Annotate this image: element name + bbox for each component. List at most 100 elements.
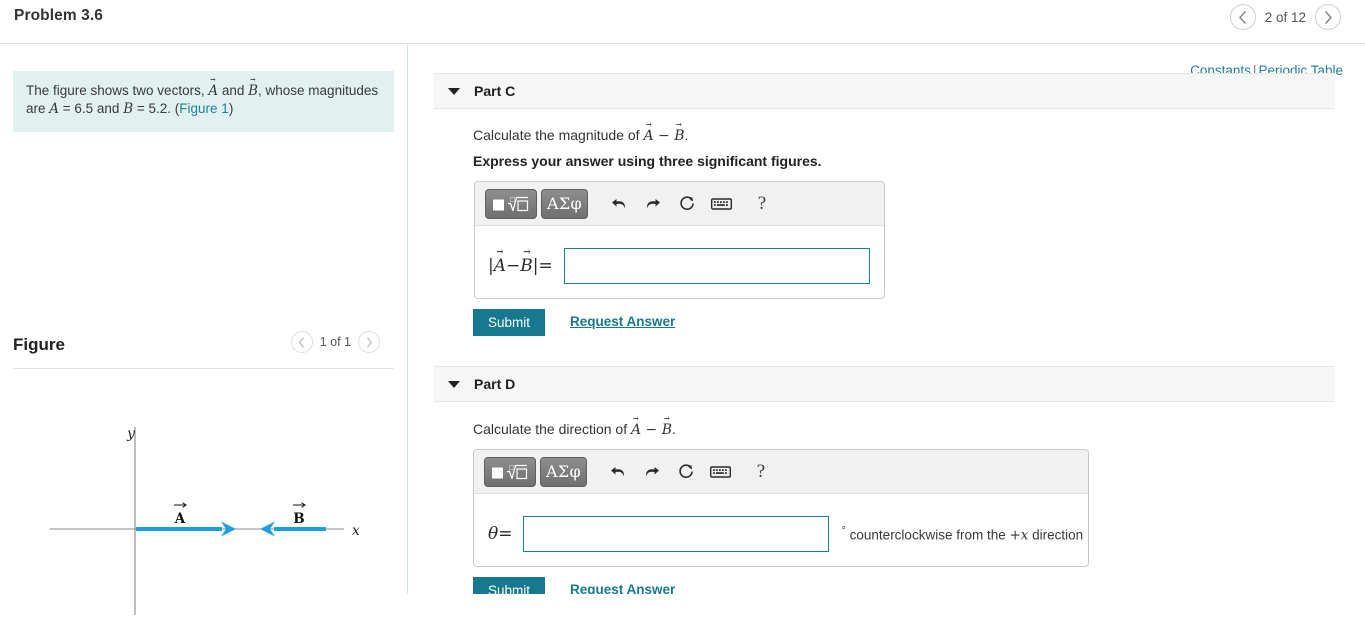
part-d-submit-button[interactable]: Submit: [473, 577, 545, 594]
part-d-label: Part D: [474, 376, 516, 392]
statement-text-end: ): [228, 101, 234, 117]
part-d-prompt-prefix: Calculate the direction of: [473, 421, 631, 437]
help-button[interactable]: ?: [746, 457, 776, 487]
figure-header: Figure 1 of 1: [13, 331, 394, 369]
part-c-prompt-prefix: Calculate the magnitude of: [473, 127, 644, 143]
math-template-icon: □: [492, 464, 528, 479]
part-c-prompt: Calculate the magnitude of A − B.: [473, 127, 688, 144]
top-bar: Problem 3.6 2 of 12: [0, 0, 1365, 44]
chevron-right-icon: [1324, 10, 1332, 24]
math-template-icon: □: [493, 196, 529, 211]
undo-button[interactable]: [604, 189, 634, 219]
keyboard-icon: [710, 197, 732, 210]
x-axis-label: x: [352, 523, 360, 539]
answer-panel: Constants | Periodic Table Part C Calculat…: [409, 45, 1365, 594]
part-d-answer-row: θ = ° counterclockwise from the +x direc…: [488, 516, 1083, 552]
reset-button[interactable]: [671, 457, 701, 487]
statement-a-value: = 6.5 and: [59, 101, 124, 117]
chevron-right-icon: [366, 336, 372, 348]
reset-circular-arrow-icon: [680, 195, 694, 210]
part-d-lhs: θ =: [488, 524, 513, 544]
vector-diagram-svg: y x A B: [50, 426, 360, 615]
part-c-math-toolbar: □ ΑΣφ ?: [475, 182, 884, 226]
vector-b-label-arrow: [293, 502, 306, 508]
keyboard-icon: [709, 465, 731, 478]
undo-arrow-icon: [610, 466, 625, 476]
part-d-header[interactable]: Part D: [434, 366, 1335, 402]
redo-arrow-icon: [645, 466, 659, 476]
part-c-prompt-vector-b: B: [674, 128, 684, 144]
reset-button[interactable]: [672, 189, 702, 219]
part-d-request-answer-button[interactable]: Request Answer: [564, 581, 681, 594]
vector-diagram: y x A B: [0, 375, 408, 635]
caret-down-icon: [448, 87, 460, 95]
figure-next-button[interactable]: [358, 331, 380, 353]
vector-a-label: A: [174, 511, 186, 527]
theta-symbol: θ: [488, 524, 499, 544]
help-label: ?: [757, 192, 767, 214]
redo-arrow-icon: [646, 198, 660, 208]
greek-symbols-label: ΑΣφ: [546, 462, 581, 481]
statement-vector-b: B: [248, 83, 258, 100]
problem-pager: 2 of 12: [1229, 4, 1341, 30]
statement-vector-a: A: [208, 83, 218, 100]
math-template-button[interactable]: □: [485, 188, 537, 219]
greek-symbols-label: ΑΣφ: [547, 194, 582, 213]
redo-button[interactable]: [638, 189, 668, 219]
math-template-button[interactable]: □: [484, 456, 536, 487]
part-d-prompt-vector-a: A: [631, 422, 641, 438]
help-button[interactable]: ?: [747, 189, 777, 219]
part-c-label: Part C: [474, 83, 516, 99]
part-c-prompt-suffix: .: [684, 127, 689, 143]
figure-pager: 1 of 1: [290, 331, 380, 353]
reset-circular-arrow-icon: [679, 463, 693, 478]
y-axis-label: y: [126, 426, 136, 442]
part-c-header[interactable]: Part C: [434, 73, 1335, 109]
problem-pager-label: 2 of 12: [1264, 9, 1306, 25]
part-c-prompt-minus: −: [653, 128, 675, 144]
help-label: ?: [756, 460, 766, 482]
part-c-answer-input[interactable]: [563, 248, 870, 284]
redo-button[interactable]: [637, 457, 667, 487]
next-problem-button[interactable]: [1315, 4, 1341, 30]
statement-b-value: = 5.2. (: [133, 101, 180, 117]
part-c-instruction: Express your answer using three signific…: [473, 153, 822, 169]
keyboard-button[interactable]: [705, 457, 736, 487]
vector-b-label: B: [293, 511, 304, 527]
unit-plus: +: [1009, 527, 1021, 544]
figure-pager-label: 1 of 1: [319, 335, 351, 349]
statement-var-a: A: [49, 101, 60, 118]
part-c-lhs-vector-b: B: [520, 256, 533, 276]
statement-text-and: and: [218, 83, 249, 98]
undo-button[interactable]: [603, 457, 633, 487]
keyboard-button[interactable]: [706, 189, 737, 219]
problem-statement: The figure shows two vectors, A and B, w…: [13, 71, 394, 132]
part-d-prompt: Calculate the direction of A − B.: [473, 421, 676, 438]
part-c-lhs-vector-a: A: [494, 256, 506, 276]
part-d-equals: =: [498, 524, 513, 544]
part-c-lhs: |A − B| =: [488, 256, 553, 276]
part-c-prompt-vector-a: A: [643, 128, 653, 144]
figure-panel: The figure shows two vectors, A and B, w…: [0, 45, 408, 615]
part-d-answer-input[interactable]: [522, 516, 829, 552]
chevron-left-icon: [1239, 10, 1247, 24]
prev-problem-button[interactable]: [1229, 4, 1256, 30]
chevron-left-icon: [299, 336, 305, 348]
figure-title: Figure: [13, 335, 65, 354]
part-c-request-answer-button[interactable]: Request Answer: [564, 313, 681, 330]
greek-symbols-button[interactable]: ΑΣφ: [541, 188, 588, 219]
part-c-answer-box: □ ΑΣφ ? | A → − B → | =: [474, 181, 885, 299]
part-d-unit-note: ° counterclockwise from the +x direction: [842, 525, 1084, 544]
figure-prev-button[interactable]: [290, 331, 313, 353]
greek-symbols-button[interactable]: ΑΣφ: [540, 456, 587, 487]
page-title: Problem 3.6: [14, 7, 103, 24]
part-c-submit-button[interactable]: Submit: [473, 309, 545, 336]
part-d-answer-box: □ ΑΣφ ? θ = ° counterclockwise from the …: [473, 449, 1089, 567]
unit-text-after: direction: [1028, 527, 1084, 543]
part-d-prompt-minus: −: [641, 422, 662, 438]
figure-1-link[interactable]: Figure 1: [179, 101, 229, 116]
caret-down-icon: [448, 380, 460, 388]
part-c-lhs-minus: −: [506, 256, 521, 276]
part-c-answer-row: |A − B| =: [488, 248, 870, 284]
part-c-equals: =: [538, 256, 553, 276]
